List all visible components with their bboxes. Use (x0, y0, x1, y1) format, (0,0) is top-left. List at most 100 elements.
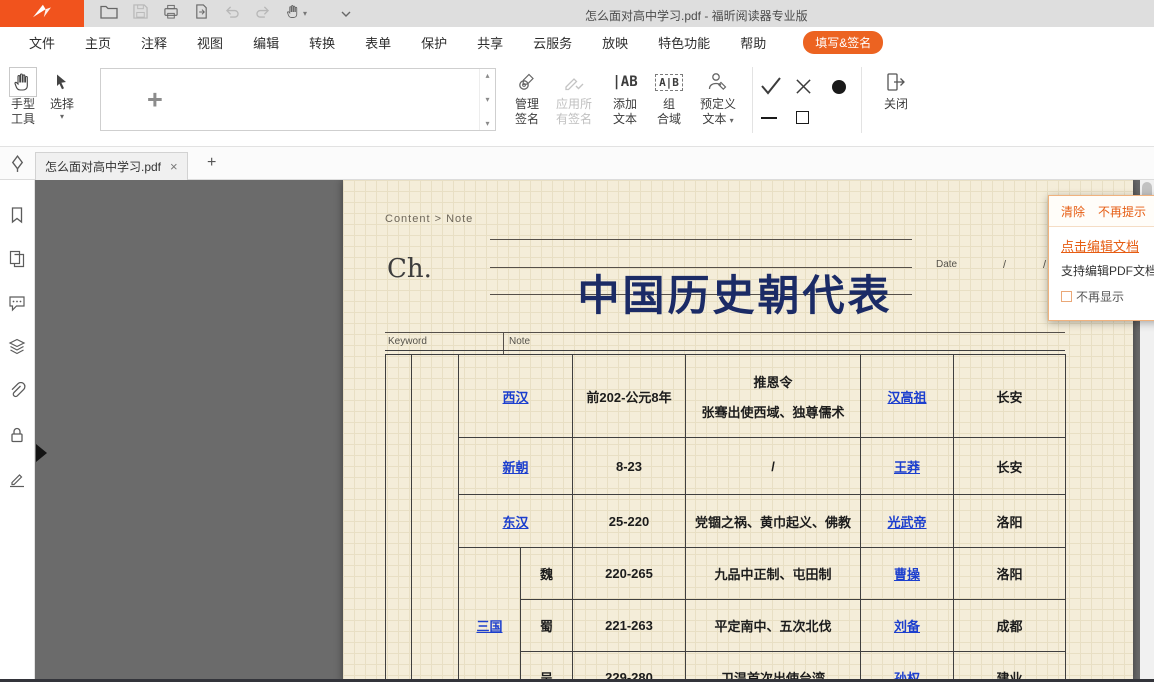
menu-view[interactable]: 视图 (182, 33, 238, 52)
founder-link[interactable]: 曹操 (894, 567, 920, 582)
open-file-button[interactable] (100, 4, 118, 24)
foxit-reader-window: ▾ 怎么面对高中学习.pdf - 福昕阅读器专业版 文件 主页 注释 视图 编辑… (0, 0, 1154, 682)
new-tab-button[interactable]: + (207, 154, 216, 172)
menu-protect[interactable]: 保护 (406, 33, 462, 52)
menu-cloud[interactable]: 云服务 (518, 33, 587, 52)
combine-field-button[interactable]: A|B 组 合域 (649, 67, 689, 127)
founder-link[interactable]: 王莽 (894, 460, 920, 475)
add-signature-button[interactable]: + (147, 84, 163, 115)
years-cell: 25-220 (573, 495, 686, 548)
founder-link[interactable]: 汉高祖 (888, 390, 927, 405)
hand-tool-button[interactable]: 手型 工具 (6, 67, 40, 127)
attachments-panel-button[interactable] (8, 382, 26, 400)
main-area: Content > Note Ch. 中国历史朝代表 Date / / Keyw… (0, 180, 1154, 682)
table-row: 东汉 25-220 党锢之祸、黄巾起义、佛教 光武帝 洛阳 (386, 495, 1066, 548)
redo-button[interactable] (255, 5, 271, 23)
menu-share[interactable]: 共享 (462, 33, 518, 52)
navigation-panel-bar (0, 180, 35, 682)
table-cell: 新朝 (459, 438, 573, 495)
menu-edit[interactable]: 编辑 (238, 33, 294, 52)
menu-features[interactable]: 特色功能 (643, 33, 725, 52)
dash-stamp-button[interactable] (761, 117, 777, 119)
dynasty-group-link[interactable]: 三国 (476, 619, 502, 634)
folder-open-icon (100, 4, 118, 24)
ribbon-separator (861, 67, 862, 133)
events-cell: 卫温首次出使台湾 (686, 652, 861, 682)
gallery-scroll-up-button[interactable]: ▴ (485, 71, 489, 80)
signatures-panel-button[interactable] (8, 470, 26, 488)
ruled-line (490, 239, 912, 240)
save-button[interactable] (133, 4, 148, 24)
print-button[interactable] (163, 4, 179, 24)
customize-toolbar-button[interactable] (340, 5, 352, 23)
menu-home[interactable]: 主页 (70, 33, 126, 52)
dynasty-link[interactable]: 西汉 (503, 390, 529, 405)
years-cell: 前202-公元8年 (573, 355, 686, 438)
close-fill-sign-button[interactable]: 关闭 (874, 67, 918, 112)
menu-comment[interactable]: 注释 (126, 33, 182, 52)
dont-prompt-button[interactable]: 不再提示 (1098, 203, 1146, 220)
table-margin-cell (386, 355, 412, 682)
pages-panel-button[interactable] (8, 250, 26, 268)
bookmarks-panel-button[interactable] (8, 206, 26, 224)
comments-panel-button[interactable] (8, 294, 26, 312)
table-row: 三国 魏 220-265 九品中正制、屯田制 曹操 洛阳 (386, 548, 1066, 600)
undo-button[interactable] (224, 5, 240, 23)
table-row: 西汉 前202-公元8年 推恩令张骞出使西域、独尊儒术 汉高祖 长安 (386, 355, 1066, 438)
cross-stamp-button[interactable] (795, 78, 812, 100)
app-logo-button[interactable] (0, 0, 84, 27)
pages-icon (8, 250, 26, 268)
menu-form[interactable]: 表单 (350, 33, 406, 52)
table-cell: 西汉 (459, 355, 573, 438)
document-tab-label: 怎么面对高中学习.pdf (45, 158, 161, 175)
founder-link[interactable]: 刘备 (894, 619, 920, 634)
panel-expand-handle[interactable] (36, 444, 47, 462)
apply-all-signatures-button[interactable]: 应用所 有签名 (551, 67, 597, 127)
dynasty-link[interactable]: 新朝 (503, 460, 529, 475)
gallery-expand-button[interactable]: ▾ (485, 119, 489, 128)
ruled-line (385, 332, 1065, 333)
gallery-scroll-down-button[interactable]: ▾ (485, 95, 489, 104)
text-cursor-ab-icon: |AB (603, 67, 647, 97)
security-panel-button[interactable] (8, 426, 26, 444)
square-stamp-button[interactable] (796, 111, 809, 124)
capital-cell: 长安 (954, 438, 1066, 495)
menu-present[interactable]: 放映 (587, 33, 643, 52)
hand-quick-tool-button[interactable]: ▾ (286, 4, 307, 24)
edit-document-link[interactable]: 点击编辑文档 (1061, 236, 1154, 255)
export-button[interactable] (194, 4, 209, 24)
pdf-page: Content > Note Ch. 中国历史朝代表 Date / / Keyw… (343, 180, 1133, 682)
table-row: 新朝 8-23 / 王莽 长安 (386, 438, 1066, 495)
page-breadcrumb: Content > Note (385, 213, 473, 225)
hand-icon (286, 4, 301, 24)
export-doc-icon (194, 4, 209, 24)
sub-dynasty-cell: 魏 (521, 548, 573, 600)
events-cell: 九品中正制、屯田制 (686, 548, 861, 600)
add-text-button[interactable]: |AB 添加 文本 (603, 67, 647, 127)
manage-signature-button[interactable]: 管理 签名 (506, 67, 548, 127)
predefined-text-button[interactable]: 预定义 文本 ▾ (691, 67, 745, 127)
capital-cell: 长安 (954, 355, 1066, 438)
menu-file[interactable]: 文件 (14, 33, 70, 52)
dont-show-checkbox[interactable] (1061, 291, 1072, 302)
dynasty-link[interactable]: 东汉 (503, 515, 529, 530)
founder-link[interactable]: 光武帝 (888, 515, 927, 530)
layers-panel-button[interactable] (8, 338, 26, 356)
exit-door-icon (874, 67, 918, 97)
clear-button[interactable]: 清除 (1061, 203, 1085, 220)
dot-stamp-button[interactable] (832, 80, 846, 94)
select-tool-button[interactable]: 选择 ▾ (44, 67, 80, 122)
document-view[interactable]: Content > Note Ch. 中国历史朝代表 Date / / Keyw… (35, 180, 1140, 682)
undo-arrow-icon (224, 5, 240, 23)
menu-help[interactable]: 帮助 (725, 33, 781, 52)
fill-sign-tab-badge[interactable]: 填写&签名 (803, 31, 883, 54)
years-cell: 8-23 (573, 438, 686, 495)
table-cell: 孙权 (861, 652, 954, 682)
document-tab[interactable]: 怎么面对高中学习.pdf × (35, 152, 188, 180)
menu-convert[interactable]: 转换 (294, 33, 350, 52)
tab-close-icon[interactable]: × (170, 159, 178, 174)
annotation-tool-button[interactable] (8, 154, 27, 178)
page-title: 中国历史朝代表 (535, 262, 935, 323)
printer-icon (163, 4, 179, 24)
check-stamp-button[interactable] (760, 76, 782, 100)
